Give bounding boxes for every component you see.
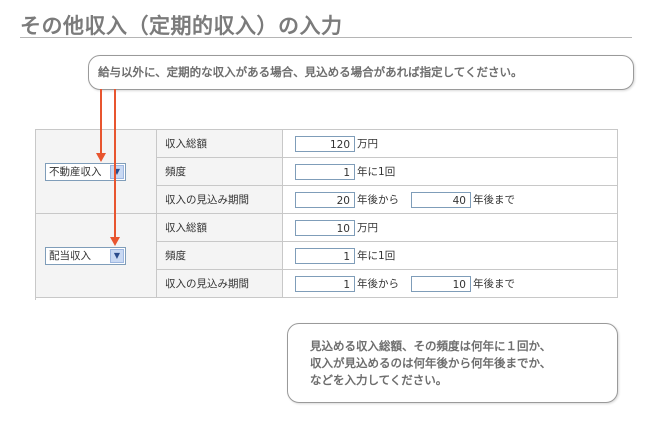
pointer-arrow-2-shaft	[114, 89, 116, 238]
pointer-arrow-2-head	[110, 237, 120, 246]
income-type-select-2[interactable]: 配当収入 ▼	[45, 246, 126, 265]
income-1-frequency-input[interactable]: 1	[295, 163, 355, 180]
frequency-label: 頻度	[156, 157, 283, 186]
income-1-end-year-input[interactable]: 40	[411, 191, 471, 208]
income-type-value: 配当収入	[49, 249, 91, 262]
income-1-start-year-input[interactable]: 20	[295, 191, 355, 208]
frequency-label: 頻度	[156, 241, 283, 270]
income-2-total-row: 配当収入 ▼ 収入総額 10 万円	[35, 213, 618, 298]
title-divider	[20, 37, 632, 38]
period-label: 収入の見込み期間	[156, 269, 283, 298]
period-label: 収入の見込み期間	[156, 185, 283, 214]
unit-label: 万円	[357, 138, 378, 150]
total-label: 収入総額	[156, 213, 283, 242]
income-1-total-row: 不動産収入 ▼ 収入総額 120 万円	[35, 129, 618, 214]
help-line-2: 収入が見込めるのは何年後から何年後までか、	[310, 356, 552, 370]
page-title: その他収入（定期的収入）の入力	[20, 14, 343, 38]
income-1-type-cell: 不動産収入 ▼	[35, 129, 157, 214]
pointer-arrow-1-head	[96, 153, 106, 162]
freq-prefix-label: 年に	[357, 166, 378, 178]
help-line-1: 見込める収入総額、その頻度は何年に１回か、	[310, 339, 552, 353]
income-2-frequency-input[interactable]: 1	[295, 247, 355, 264]
freq-count-label: 1	[378, 249, 385, 262]
table-bottom-spacer	[35, 297, 618, 300]
unit-label: 万円	[357, 222, 378, 234]
income-2-end-year-input[interactable]: 10	[411, 275, 471, 292]
total-label: 収入総額	[156, 129, 283, 158]
instruction-callout: 給与以外に、定期的な収入がある場合、見込める場合があれば指定してください。	[88, 55, 634, 90]
chevron-down-icon[interactable]: ▼	[110, 164, 124, 179]
freq-suffix-label: 回	[384, 249, 396, 262]
table-bottom-edge	[35, 297, 618, 300]
income-2-start-year-input[interactable]: 1	[295, 275, 355, 292]
years-to-label: 年後まで	[473, 278, 515, 290]
income-form-table: 不動産収入 ▼ 収入総額 120 万円 頻度 1 年に1回 収入の見込み期間 20 年…	[35, 129, 618, 300]
income-type-value: 不動産収入	[49, 165, 102, 178]
help-callout: 見込める収入総額、その頻度は何年に１回か、 収入が見込めるのは何年後から何年後ま…	[287, 323, 618, 403]
income-2-type-cell: 配当収入 ▼	[35, 213, 157, 298]
income-1-total-input[interactable]: 120	[295, 135, 355, 152]
income-2-total-input[interactable]: 10	[295, 219, 355, 236]
freq-prefix-label: 年に	[357, 250, 378, 262]
pointer-arrow-1-shaft	[100, 89, 102, 154]
years-to-label: 年後まで	[473, 194, 515, 206]
freq-suffix-label: 回	[384, 165, 396, 178]
help-line-3: などを入力してください。	[310, 373, 448, 387]
chevron-down-icon[interactable]: ▼	[110, 248, 124, 263]
freq-count-label: 1	[378, 165, 385, 178]
years-from-label: 年後から	[357, 278, 399, 290]
years-from-label: 年後から	[357, 194, 399, 206]
